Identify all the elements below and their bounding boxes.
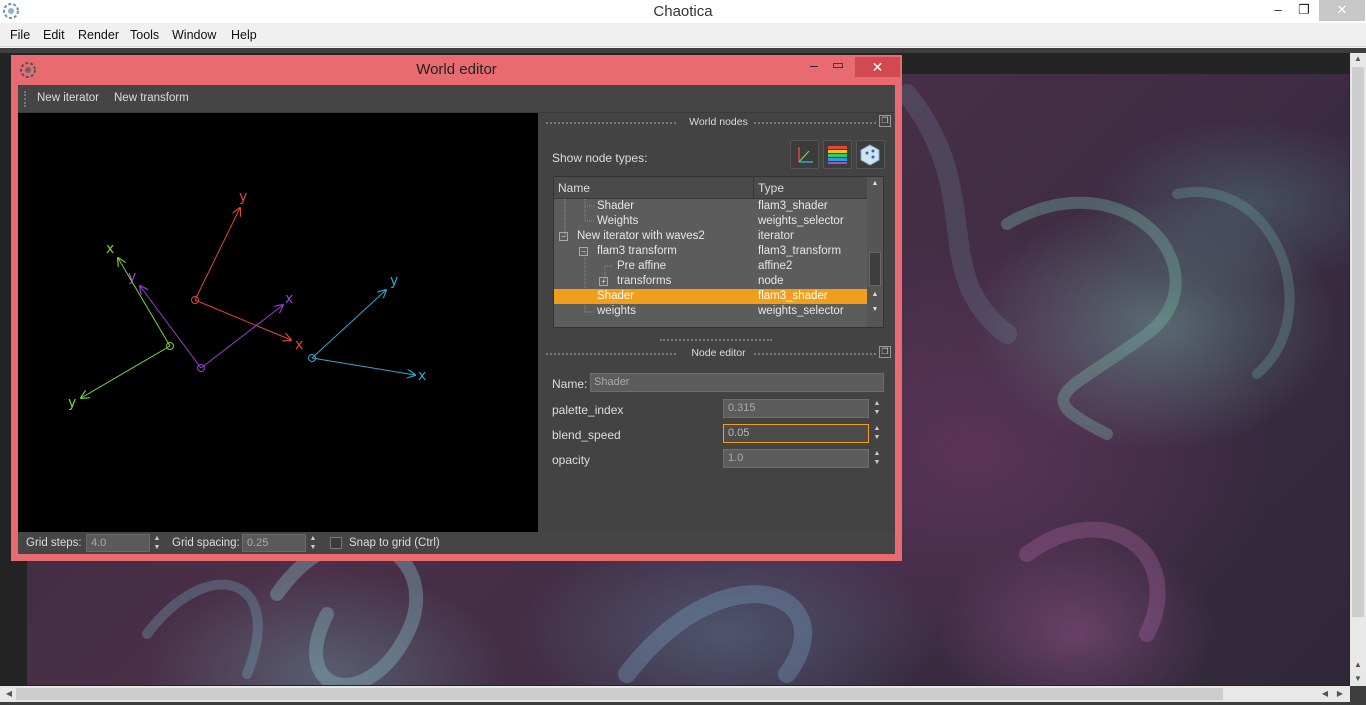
scroll-left-arrow-right[interactable]: ◀	[1318, 688, 1332, 700]
scroll-thumb[interactable]	[1352, 67, 1364, 617]
world-nodes-float-icon[interactable]: ❐	[879, 115, 891, 127]
tree-row[interactable]: Weights weights_selector	[554, 214, 867, 229]
transform-green-y-label: y	[68, 395, 76, 411]
opacity-label: opacity	[552, 453, 591, 467]
transform-canvas[interactable]: y x y x x y y x	[18, 113, 538, 532]
tree-row[interactable]: weights weights_selector	[554, 304, 867, 319]
transform-green[interactable]: x y	[68, 241, 174, 411]
opacity-spin-arrows[interactable]: ▲ ▼	[871, 449, 883, 468]
menu-render[interactable]: Render	[78, 28, 119, 42]
snap-to-grid-label: Snap to grid (Ctrl)	[349, 537, 440, 549]
world-editor-window: World editor – ▭ ✕ New iterator New tran…	[11, 55, 902, 561]
transform-red-y-label: y	[239, 189, 247, 205]
scroll-down-arrow[interactable]: ▼	[1350, 673, 1366, 685]
scroll-right-arrow[interactable]: ▶	[1333, 688, 1347, 700]
new-iterator-button[interactable]: New iterator	[37, 92, 99, 104]
world-editor-title: World editor	[416, 61, 497, 78]
transform-red[interactable]: y x	[191, 189, 304, 353]
tree-header: Name Type	[554, 177, 867, 199]
grid-options-bar: Grid steps: 4.0 ▲ ▼ Grid spacing: 0.25 ▲ ▼…	[18, 532, 895, 554]
scroll-up-arrow-bottom[interactable]: ▲	[867, 288, 883, 301]
tree-vertical-scrollbar[interactable]: ▲ ▲ ▼	[867, 177, 883, 327]
transform-blue-y-label: y	[390, 273, 398, 289]
tree-row[interactable]: Pre affine affine2	[554, 259, 867, 274]
palette-type-icon[interactable]	[823, 140, 852, 169]
transform-purple-x-label: x	[285, 291, 293, 307]
toolbar-grip[interactable]	[24, 91, 28, 107]
menu-tools[interactable]: Tools	[130, 28, 159, 42]
menu-help[interactable]: Help	[231, 28, 257, 42]
node-name-label: Name:	[552, 377, 588, 391]
transform-blue[interactable]: y x	[308, 273, 427, 384]
opacity-field[interactable]: 1.0	[723, 449, 869, 468]
splitter-handle[interactable]	[660, 339, 772, 341]
node-editor-float-icon[interactable]: ❐	[879, 346, 891, 358]
blend-speed-label: blend_speed	[552, 428, 621, 442]
world-editor-body: New iterator New transform y x y x x y y…	[18, 85, 895, 554]
world-editor-toolbar: New iterator New transform	[18, 85, 895, 113]
scroll-left-arrow[interactable]: ◀	[2, 688, 16, 700]
main-titlebar: Chaotica – ❐ ✕	[0, 0, 1366, 23]
node-editor-title: Node editor	[685, 347, 752, 359]
random-type-icon[interactable]	[856, 140, 885, 169]
transform-green-x-label: x	[106, 241, 114, 257]
minimize-button[interactable]: –	[804, 57, 824, 77]
maximize-button[interactable]: ❐	[1292, 0, 1316, 21]
node-name-field[interactable]: Shader	[590, 373, 884, 392]
scroll-up-arrow-bottom[interactable]: ▲	[1350, 659, 1366, 671]
transform-type-icon[interactable]	[790, 140, 819, 169]
column-header-name[interactable]: Name	[554, 177, 754, 199]
expand-icon[interactable]: +	[599, 277, 608, 286]
scroll-thumb[interactable]	[869, 252, 881, 286]
transform-red-x-label: x	[295, 337, 303, 353]
scroll-thumb[interactable]	[16, 688, 1223, 700]
tree-row-selected[interactable]: Shader flam3_shader	[554, 289, 867, 304]
palette-index-label: palette_index	[552, 403, 624, 417]
grid-steps-field[interactable]: 4.0	[86, 534, 150, 552]
menu-window[interactable]: Window	[172, 28, 216, 42]
collapse-icon[interactable]: −	[559, 232, 568, 241]
show-node-types-label: Show node types:	[552, 151, 648, 165]
menu-edit[interactable]: Edit	[43, 28, 65, 42]
world-nodes-title: World nodes	[683, 116, 754, 128]
minimize-button[interactable]: –	[1266, 0, 1290, 21]
collapse-icon[interactable]: −	[579, 247, 588, 256]
grid-spacing-label: Grid spacing:	[172, 537, 240, 549]
palette-index-spin-arrows[interactable]: ▲ ▼	[871, 399, 883, 418]
world-nodes-header: World nodes	[546, 116, 891, 130]
scroll-down-arrow[interactable]: ▼	[867, 303, 883, 316]
blend-speed-field[interactable]: 0.05	[723, 424, 869, 443]
node-editor-header: Node editor	[546, 347, 891, 361]
scroll-up-arrow[interactable]: ▲	[867, 177, 883, 190]
transform-canvas-svg: y x y x x y y x	[68, 189, 427, 411]
tree-row[interactable]: − flam3 transform flam3_transform	[554, 244, 867, 259]
world-nodes-tree[interactable]: Name Type Shader flam3_shader Weights we…	[553, 176, 884, 328]
palette-index-field[interactable]: 0.315	[723, 399, 869, 418]
snap-to-grid-checkbox[interactable]	[330, 537, 342, 549]
main-window-title: Chaotica	[653, 3, 713, 20]
menu-bar: File Edit Render Tools Window Help	[0, 23, 1366, 47]
right-panel: World nodes ❐ Show node types: Name Type…	[538, 113, 895, 532]
render-vertical-scrollbar[interactable]: ▲ ▲ ▼	[1350, 53, 1366, 686]
grid-spacing-field[interactable]: 0.25	[242, 534, 306, 552]
grid-spacing-spin-arrows[interactable]: ▲ ▼	[307, 534, 319, 552]
maximize-button[interactable]: ▭	[828, 57, 848, 77]
render-horizontal-scrollbar[interactable]: ◀ ◀ ▶	[0, 686, 1350, 702]
new-transform-button[interactable]: New transform	[114, 92, 189, 104]
tree-row[interactable]: Shader flam3_shader	[554, 199, 867, 214]
grid-steps-label: Grid steps:	[26, 537, 82, 549]
grid-steps-spin-arrows[interactable]: ▲ ▼	[151, 534, 163, 552]
close-button[interactable]: ✕	[855, 57, 900, 77]
scroll-up-arrow[interactable]: ▲	[1350, 53, 1366, 65]
transform-blue-x-label: x	[418, 368, 426, 384]
column-header-type[interactable]: Type	[754, 177, 867, 199]
tree-row[interactable]: + transforms node	[554, 274, 867, 289]
close-button[interactable]: ✕	[1319, 0, 1365, 21]
tree-row[interactable]: − New iterator with waves2 iterator	[554, 229, 867, 244]
menu-file[interactable]: File	[10, 28, 30, 42]
blend-speed-spin-arrows[interactable]: ▲ ▼	[871, 424, 883, 443]
